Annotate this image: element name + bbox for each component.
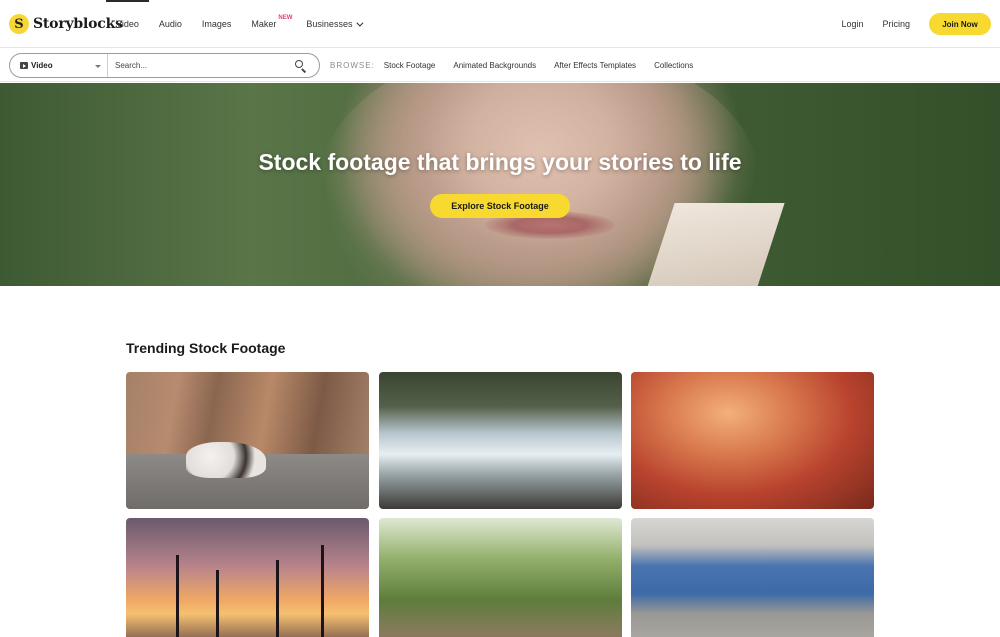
trending-title: Trending Stock Footage (126, 340, 286, 356)
video-thumbnail[interactable] (631, 372, 874, 509)
nav-video[interactable]: Video (106, 0, 149, 48)
browse-stock-footage[interactable]: Stock Footage (384, 61, 436, 70)
search-bar-row: Video BROWSE: Stock Footage Animated Bac… (0, 49, 1000, 82)
nav-video-label: Video (116, 19, 139, 29)
explore-stock-footage-button[interactable]: Explore Stock Footage (430, 194, 570, 218)
video-thumbnail[interactable] (126, 372, 369, 509)
search-input[interactable] (108, 54, 294, 77)
media-type-label: Video (31, 61, 53, 70)
browse-collections[interactable]: Collections (654, 61, 693, 70)
video-thumbnail[interactable] (379, 372, 622, 509)
nav-businesses-label: Businesses (306, 19, 353, 29)
video-play-icon (20, 62, 28, 69)
nav-images-label: Images (201, 19, 232, 29)
join-now-button[interactable]: Join Now (929, 13, 991, 35)
cat-image-detail (186, 442, 266, 478)
video-thumbnail[interactable] (379, 518, 622, 637)
search-box: Video (9, 53, 320, 78)
media-type-select[interactable]: Video (10, 54, 108, 77)
logo-mark-icon: S (9, 14, 29, 34)
nav-businesses[interactable]: Businesses (296, 0, 371, 48)
nav-maker-label: Maker (251, 19, 277, 29)
browse-label: BROWSE: (330, 61, 375, 70)
video-thumbnail[interactable] (126, 518, 369, 637)
chevron-down-icon (356, 19, 364, 27)
search-icon[interactable] (294, 59, 308, 73)
nav-audio[interactable]: Audio (149, 0, 192, 48)
new-badge: NEW (278, 15, 293, 21)
nav-maker[interactable]: Maker NEW (241, 0, 292, 48)
browse-animated-backgrounds[interactable]: Animated Backgrounds (453, 61, 536, 70)
account-nav: Login Pricing Join Now (841, 0, 991, 48)
browse-after-effects-templates[interactable]: After Effects Templates (554, 61, 636, 70)
hero-banner: Stock footage that brings your stories t… (0, 83, 1000, 286)
browse-links: BROWSE: Stock Footage Animated Backgroun… (330, 49, 711, 82)
nav-audio-label: Audio (158, 19, 182, 29)
pricing-link[interactable]: Pricing (882, 19, 910, 29)
hero-title: Stock footage that brings your stories t… (258, 149, 742, 175)
nav-images[interactable]: Images (192, 0, 242, 48)
login-link[interactable]: Login (841, 19, 863, 29)
main-nav: Video Audio Images Maker NEW Businesses (106, 0, 371, 48)
video-thumbnail[interactable] (631, 518, 874, 637)
top-nav: S Storyblocks Video Audio Images Maker N… (0, 0, 1000, 48)
caret-down-icon (95, 65, 101, 68)
